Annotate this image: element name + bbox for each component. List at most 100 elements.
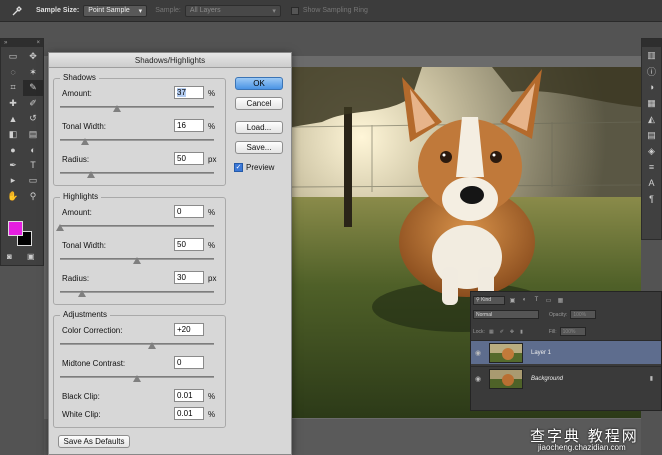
- highlights-radius-label: Radius:: [62, 274, 90, 283]
- highlights-group-title: Highlights: [60, 192, 102, 201]
- lock-pixels-icon[interactable]: ✐: [500, 329, 504, 335]
- filter-adjustment-icon[interactable]: ◐: [520, 296, 529, 305]
- color-correction-field[interactable]: +20: [174, 323, 204, 336]
- fill-input[interactable]: 100%: [559, 327, 586, 336]
- type-icon[interactable]: T: [23, 158, 43, 174]
- slider-thumb[interactable]: [148, 342, 157, 349]
- filter-shape-icon[interactable]: ▭: [544, 296, 553, 305]
- highlights-radius-field[interactable]: 30: [174, 271, 204, 284]
- black-clip-field[interactable]: 0.01: [174, 389, 204, 402]
- lock-transparency-icon[interactable]: ▦: [489, 329, 494, 335]
- close-icon[interactable]: ×: [36, 40, 40, 46]
- adjustments-icon[interactable]: ▤: [642, 127, 661, 143]
- move-tool-icon[interactable]: ▭: [3, 49, 23, 65]
- highlights-tonal-width-unit: %: [208, 241, 216, 250]
- visibility-eye-icon[interactable]: ◉: [471, 349, 485, 357]
- path-select-icon[interactable]: ▸: [3, 173, 23, 189]
- sample-size-select[interactable]: Point Sample ▾: [83, 4, 148, 17]
- filter-type-icon[interactable]: T: [532, 296, 541, 305]
- right-panel-header: [642, 39, 661, 47]
- save-as-defaults-button[interactable]: Save As Defaults: [58, 435, 130, 448]
- magic-wand-icon[interactable]: ✶: [23, 65, 43, 81]
- foreground-color-swatch[interactable]: [8, 221, 23, 236]
- character-icon[interactable]: A: [642, 175, 661, 191]
- paragraph-icon[interactable]: ¶: [642, 191, 661, 207]
- shadows-tonal-width-unit: %: [208, 122, 216, 131]
- visibility-eye-icon[interactable]: ◉: [471, 375, 485, 383]
- slider-thumb[interactable]: [56, 224, 64, 231]
- brush-icon[interactable]: ✐: [23, 96, 43, 112]
- shadows-tonal-width-field[interactable]: 16: [174, 119, 204, 132]
- filter-smart-object-icon[interactable]: ▦: [556, 296, 565, 305]
- layers-icon[interactable]: ◈: [642, 143, 661, 159]
- slider-thumb[interactable]: [133, 257, 141, 264]
- layer-row-background[interactable]: ◉ Background ▮: [471, 366, 661, 390]
- info-icon[interactable]: ⓘ: [642, 63, 661, 79]
- preview-checkbox[interactable]: ✓: [234, 163, 243, 172]
- color-correction-slider[interactable]: [60, 342, 214, 349]
- healing-brush-icon[interactable]: ✚: [3, 96, 23, 112]
- filter-pixel-icon[interactable]: ▣: [508, 296, 517, 305]
- slider-thumb[interactable]: [112, 105, 121, 112]
- sample-select[interactable]: All Layers ▾: [184, 4, 281, 17]
- search-icon: ⚲: [476, 297, 480, 303]
- pen-icon[interactable]: ✒: [3, 158, 23, 174]
- histogram-icon[interactable]: ▥: [642, 47, 661, 63]
- save-button[interactable]: Save...: [235, 141, 283, 154]
- color-icon[interactable]: ◑: [642, 79, 661, 95]
- midtone-contrast-field[interactable]: 0: [174, 356, 204, 369]
- kind-filter-select[interactable]: ⚲ Kind: [473, 295, 505, 305]
- slider-thumb[interactable]: [86, 171, 95, 178]
- lasso-icon[interactable]: ◌: [3, 65, 23, 81]
- slider-thumb[interactable]: [133, 375, 141, 382]
- shadows-radius-field[interactable]: 50: [174, 152, 204, 165]
- ok-button[interactable]: OK: [235, 77, 283, 90]
- lock-all-icon[interactable]: ▮: [520, 329, 523, 335]
- shadows-group: Shadows Amount: 37 % Tonal Width: 16 % R…: [53, 73, 226, 186]
- stamp-icon[interactable]: ▲: [3, 111, 23, 127]
- highlights-tonal-width-field[interactable]: 50: [174, 238, 204, 251]
- styles-icon[interactable]: ◭: [642, 111, 661, 127]
- hand-icon[interactable]: ✋: [3, 189, 23, 205]
- highlights-tonal-width-slider[interactable]: [60, 257, 214, 264]
- eyedropper-icon[interactable]: [6, 3, 28, 19]
- quick-mask-icon[interactable]: ◙: [7, 252, 12, 261]
- highlights-amount-slider[interactable]: [56, 224, 214, 231]
- shadows-tonal-width-slider[interactable]: [60, 138, 214, 145]
- fill-label: Fill:: [548, 328, 557, 335]
- shadows-amount-field[interactable]: 37: [174, 86, 204, 99]
- shadows-radius-slider[interactable]: [60, 171, 214, 178]
- tools-panel: » × ▭ ✥ ◌ ✶ ⌗ ✎ ✚ ✐ ▲ ↺ ◧ ▤ ● ◐ ✒ T ▸ ▭ ✋…: [0, 38, 44, 266]
- screen-mode-icon[interactable]: ▣: [27, 252, 35, 261]
- eyedropper-tool-icon[interactable]: ✎: [23, 80, 43, 96]
- eraser-icon[interactable]: ◧: [3, 127, 23, 143]
- opacity-input[interactable]: 100%: [570, 310, 597, 319]
- sampling-ring-checkbox[interactable]: [290, 6, 299, 15]
- shadows-radius-label: Radius:: [62, 155, 90, 164]
- midtone-contrast-slider[interactable]: [60, 375, 214, 382]
- lock-position-icon[interactable]: ✥: [510, 329, 514, 335]
- zoom-icon[interactable]: ⚲: [23, 189, 43, 205]
- highlights-radius-slider[interactable]: [60, 290, 214, 297]
- highlights-amount-field[interactable]: 0: [174, 205, 204, 218]
- crop-icon[interactable]: ⌗: [3, 80, 23, 96]
- cancel-button[interactable]: Cancel: [235, 97, 283, 110]
- paths-icon[interactable]: ≡: [642, 159, 661, 175]
- layer-row-layer-1[interactable]: ◉ Layer 1: [471, 340, 661, 364]
- load-button[interactable]: Load...: [235, 121, 283, 134]
- slider-thumb[interactable]: [80, 138, 89, 145]
- blur-icon[interactable]: ●: [3, 142, 23, 158]
- shadows-radius-unit: px: [208, 155, 217, 164]
- slider-thumb[interactable]: [77, 290, 86, 297]
- shape-icon[interactable]: ▭: [23, 173, 43, 189]
- collapse-icon[interactable]: »: [4, 40, 7, 46]
- shadows-amount-slider[interactable]: [60, 105, 214, 112]
- history-brush-icon[interactable]: ↺: [23, 111, 43, 127]
- swatches-icon[interactable]: ▦: [642, 95, 661, 111]
- white-clip-field[interactable]: 0.01: [174, 407, 204, 420]
- gradient-icon[interactable]: ▤: [23, 127, 43, 143]
- dodge-icon[interactable]: ◐: [23, 142, 43, 158]
- layer-name: Background: [531, 375, 564, 382]
- move-arrow-icon[interactable]: ✥: [23, 49, 43, 65]
- blend-mode-select[interactable]: Normal: [473, 310, 539, 319]
